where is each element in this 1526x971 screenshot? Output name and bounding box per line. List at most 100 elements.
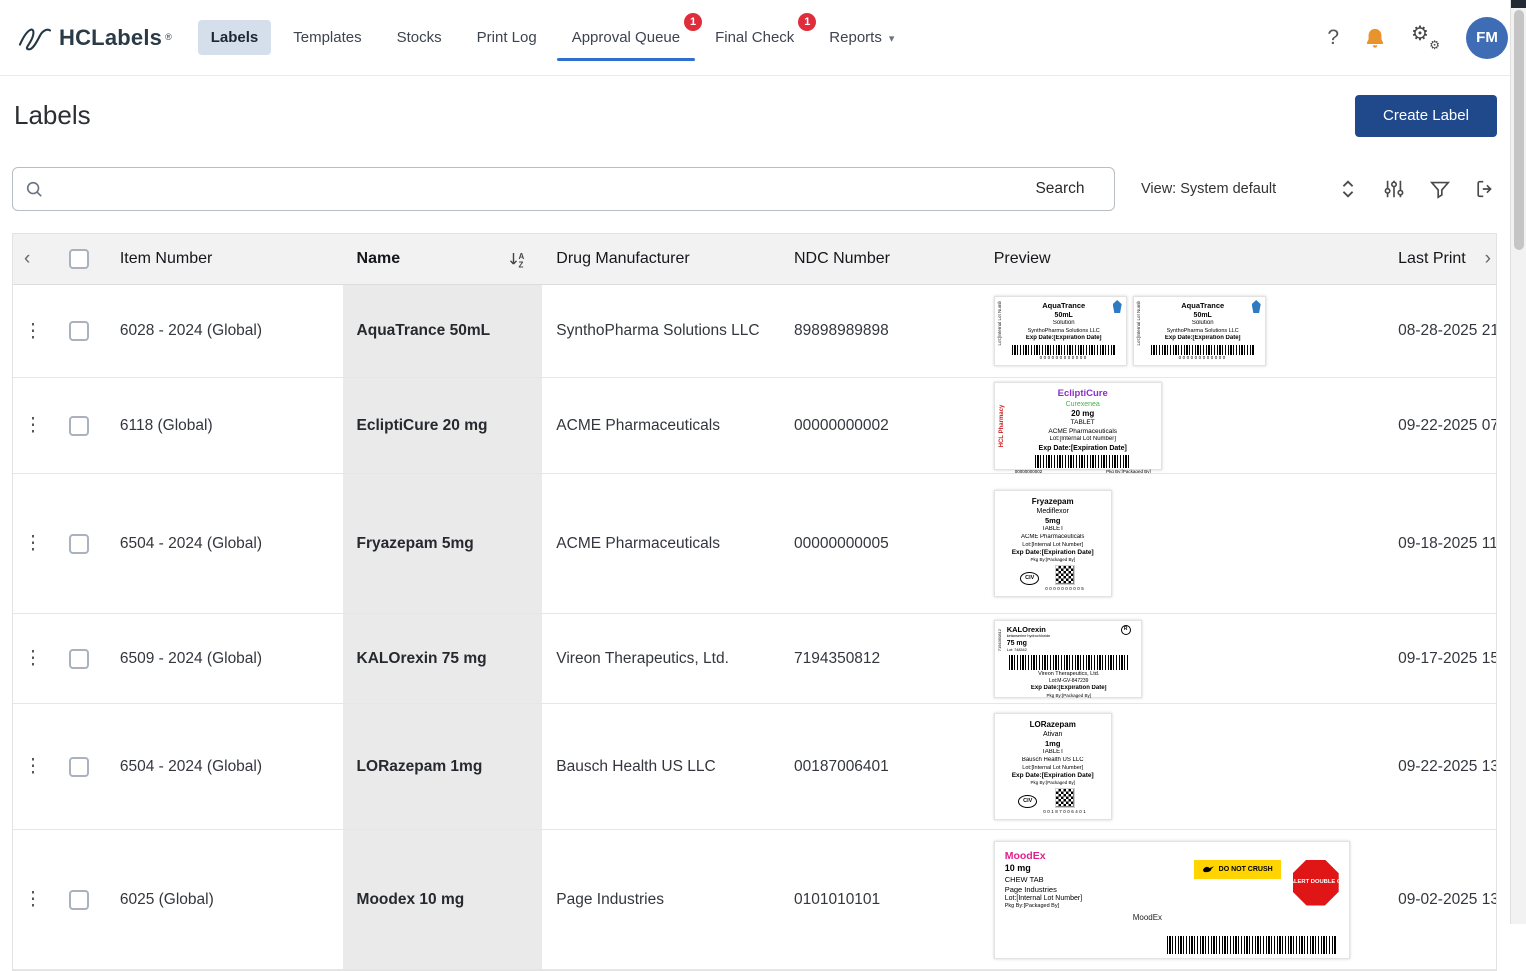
- settings-gear-icon[interactable]: ⚙ ⚙: [1411, 24, 1441, 51]
- name-cell[interactable]: Moodex 10 mg: [343, 830, 543, 969]
- row-menu-button[interactable]: ⋮: [23, 416, 42, 435]
- logo-text: HCLabels: [59, 25, 162, 51]
- expand-rows-icon[interactable]: [1337, 178, 1359, 200]
- warning-block: DO NOT CRUSHHIGH ALERT DOUBLE CHECK: [1194, 850, 1339, 934]
- sort-az-icon[interactable]: A Z: [509, 251, 528, 268]
- preview-label: FryazepamMediflexor5mgTABLETACME Pharmac…: [994, 490, 1112, 598]
- name-cell[interactable]: LORazepam 1mg: [343, 704, 543, 829]
- brand-text: MoodEx: [1133, 913, 1162, 933]
- preview-label: Lot:[Internal Lot Numb AquaTrance50mLSolu…: [994, 296, 1127, 366]
- label-preview: LORazepamAtivan1mgTABLETBausch Health US…: [994, 713, 1112, 821]
- user-avatar[interactable]: FM: [1466, 17, 1508, 59]
- select-all-checkbox[interactable]: [69, 249, 89, 269]
- row-checkbox[interactable]: [69, 416, 89, 436]
- last-printed-cell: 09-17-2025 15: [1384, 614, 1496, 703]
- view-selector[interactable]: View: System default: [1141, 181, 1276, 197]
- nav-item-label: Final Check: [715, 29, 794, 46]
- header-drug-manufacturer[interactable]: Drug Manufacturer: [542, 234, 780, 284]
- header-last-print[interactable]: Last Print: [1384, 234, 1496, 284]
- create-label-button[interactable]: Create Label: [1355, 95, 1497, 137]
- last-printed-cell: 08-28-2025 21: [1384, 285, 1496, 377]
- notification-badge: 1: [684, 13, 702, 31]
- pkg-by-text: Pkg By:[Packaged By]: [1106, 469, 1151, 473]
- preview-text-line: SynthoPharma Solutions LLC: [1147, 328, 1259, 335]
- column-settings-icon[interactable]: [1383, 178, 1405, 200]
- name-cell[interactable]: KALOrexin 75 mg: [343, 614, 543, 703]
- nav-item-label: Templates: [293, 29, 361, 46]
- gear-small-icon: ⚙: [1429, 39, 1440, 51]
- row-checkbox[interactable]: [69, 757, 89, 777]
- last-printed-cell: 09-22-2025 13: [1384, 704, 1496, 829]
- preview-cell: 7194350812KALOrexinketanserine hydrochlo…: [980, 614, 1384, 703]
- header-preview[interactable]: Preview: [980, 234, 1384, 284]
- preview-cell: LORazepamAtivan1mgTABLETBausch Health US…: [980, 704, 1384, 829]
- header-name[interactable]: Name A Z: [343, 234, 543, 284]
- label-preview: Lot:[Internal Lot Numb AquaTrance50mLSolu…: [994, 296, 1266, 366]
- preview-cell: FryazepamMediflexor5mgTABLETACME Pharmac…: [980, 474, 1384, 613]
- preview-cell: HCL Pharmacy EcliptiCureCurexenea20 mgTAB…: [980, 378, 1384, 473]
- nav-item-final-check[interactable]: Final Check1: [702, 20, 807, 55]
- row-menu-button[interactable]: ⋮: [23, 757, 42, 776]
- row-menu-button[interactable]: ⋮: [23, 322, 42, 341]
- app-logo[interactable]: HCLabels ®: [14, 22, 172, 54]
- row-checkbox[interactable]: [69, 321, 89, 341]
- nav-item-print-log[interactable]: Print Log: [464, 20, 550, 55]
- nav-item-templates[interactable]: Templates: [280, 20, 374, 55]
- scrollbar-thumb[interactable]: [1514, 10, 1524, 250]
- search-box: Search: [12, 167, 1115, 211]
- lot-vertical-text: Lot:[Internal Lot Numb: [997, 301, 1003, 346]
- nav-item-labels[interactable]: Labels: [198, 20, 272, 55]
- preview-label: LORazepamAtivan1mgTABLETBausch Health US…: [994, 713, 1112, 821]
- last-printed-cell: 09-18-2025 11: [1384, 474, 1496, 613]
- preview-text-line: Bausch Health US LLC: [999, 757, 1107, 765]
- row-checkbox-cell: [53, 474, 106, 613]
- search-button[interactable]: Search: [1006, 168, 1114, 210]
- preview-cell: Lot:[Internal Lot Numb AquaTrance50mLSolu…: [980, 285, 1384, 377]
- chevron-down-icon: ▾: [889, 33, 895, 45]
- barcode-digits: 000000000000: [1147, 355, 1259, 361]
- row-checkbox[interactable]: [69, 534, 89, 554]
- ndc-cell: 0101010101: [780, 830, 980, 969]
- preview-text-line: Exp Date:[Expiration Date]: [1013, 444, 1153, 453]
- pharmacy-vertical-text: HCL Pharmacy: [999, 404, 1007, 447]
- row-checkbox[interactable]: [69, 890, 89, 910]
- qr-block: 00187006401: [1043, 788, 1087, 815]
- scroll-left-icon[interactable]: ‹: [24, 248, 30, 270]
- preview-text-block: EcliptiCureCurexenea20 mgTABLETACME Phar…: [1013, 388, 1153, 454]
- label-preview: FryazepamMediflexor5mgTABLETACME Pharmac…: [994, 490, 1112, 598]
- preview-text-line: Page Industries: [1005, 885, 1123, 895]
- header-item-number[interactable]: Item Number: [106, 234, 343, 284]
- help-icon[interactable]: ?: [1327, 26, 1339, 50]
- notifications-bell-icon[interactable]: [1364, 26, 1386, 50]
- schedule-qr-row: CIV0000000005: [999, 565, 1107, 592]
- name-cell[interactable]: AquaTrance 50mL: [343, 285, 543, 377]
- header-ndc-number[interactable]: NDC Number: [780, 234, 980, 284]
- table-row: ⋮6025 (Global)Moodex 10 mgPage Industrie…: [13, 830, 1496, 970]
- nav-item-stocks[interactable]: Stocks: [384, 20, 455, 55]
- preview-text-line: Solution: [1147, 320, 1259, 328]
- search-input[interactable]: [51, 168, 1006, 210]
- filter-icon[interactable]: [1429, 178, 1451, 200]
- name-cell[interactable]: EcliptiCure 20 mg: [343, 378, 543, 473]
- search-icon: [25, 180, 43, 198]
- preview-label: HCL Pharmacy EcliptiCureCurexenea20 mgTAB…: [994, 382, 1162, 470]
- row-checkbox-cell: [53, 285, 106, 377]
- last-printed-cell: 09-02-2025 13: [1384, 830, 1496, 969]
- table-row: ⋮6504 - 2024 (Global)LORazepam 1mgBausch…: [13, 704, 1496, 830]
- nav-item-approval-queue[interactable]: Approval Queue1: [559, 20, 693, 55]
- export-icon[interactable]: [1475, 178, 1497, 200]
- row-menu-button[interactable]: ⋮: [23, 534, 42, 553]
- preview-text-block: AquaTrance50mLSolutionSynthoPharma Solut…: [1008, 301, 1120, 343]
- scroll-right-icon[interactable]: ›: [1485, 248, 1491, 270]
- row-checkbox[interactable]: [69, 649, 89, 669]
- preview-text-block: LORazepamAtivan1mgTABLETBausch Health US…: [999, 720, 1107, 786]
- vertical-scrollbar[interactable]: [1510, 0, 1526, 924]
- nav-item-label: Stocks: [397, 29, 442, 46]
- row-menu-button[interactable]: ⋮: [23, 649, 42, 668]
- schedule-civ-mark: CIV: [1020, 572, 1039, 585]
- name-cell[interactable]: Fryazepam 5mg: [343, 474, 543, 613]
- row-menu-button[interactable]: ⋮: [23, 890, 42, 909]
- preview-text-line: Lot:[Internal Lot Number]: [999, 542, 1107, 549]
- ndc-cell: 00000000002: [780, 378, 980, 473]
- nav-item-reports[interactable]: Reports▾: [816, 20, 907, 55]
